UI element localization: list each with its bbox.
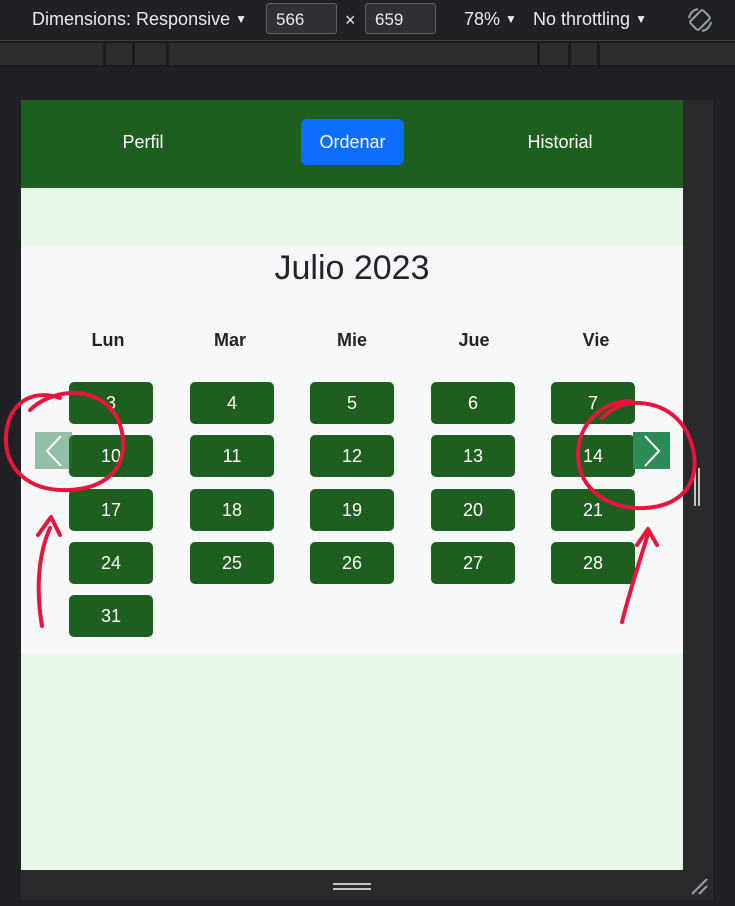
day-button[interactable]: 28: [551, 542, 635, 584]
dimensions-dropdown[interactable]: Dimensions: Responsive ▼: [32, 9, 247, 30]
device-viewport: Perfil Ordenar Historial Julio 2023 Lun …: [21, 100, 683, 870]
day-button[interactable]: 5: [310, 382, 394, 424]
caret-down-icon: ▼: [635, 12, 647, 26]
times-symbol: ×: [345, 10, 356, 30]
nav-historial[interactable]: Historial: [511, 119, 609, 165]
day-button[interactable]: 11: [190, 435, 274, 477]
chevron-right-icon: [643, 434, 660, 467]
weekday-label: Jue: [458, 330, 490, 350]
day-button[interactable]: 18: [190, 489, 274, 531]
weekday-label: Mie: [336, 330, 367, 350]
viewport-resize-handle-bottom[interactable]: [21, 870, 713, 900]
throttling-value: No throttling: [533, 9, 631, 29]
nav-perfil[interactable]: Perfil: [103, 119, 183, 165]
prev-week-button[interactable]: [35, 432, 72, 469]
day-button[interactable]: 7: [551, 382, 635, 424]
day-button[interactable]: 25: [190, 542, 274, 584]
height-input[interactable]: 659: [365, 3, 436, 34]
day-button[interactable]: 13: [431, 435, 515, 477]
day-button[interactable]: 31: [69, 595, 153, 637]
devtools-toolbar: Dimensions: Responsive ▼ 566 × 659 78% ▼ N…: [0, 0, 735, 40]
day-button[interactable]: 3: [69, 382, 153, 424]
next-week-button[interactable]: [633, 432, 670, 469]
caret-down-icon: ▼: [505, 12, 517, 26]
chevron-left-icon: [45, 434, 62, 467]
day-button[interactable]: 14: [551, 435, 635, 477]
day-button[interactable]: 10: [69, 435, 153, 477]
navbar: Perfil Ordenar Historial: [21, 100, 683, 188]
calendar: Julio 2023 Lun Mar Mie Jue Vie 3 4 5 6 7…: [21, 246, 683, 654]
media-query-ruler: [0, 40, 735, 67]
weekday-label: Lun: [91, 330, 125, 350]
throttling-dropdown[interactable]: No throttling ▼: [533, 9, 647, 30]
day-button[interactable]: 19: [310, 489, 394, 531]
day-button[interactable]: 4: [190, 382, 274, 424]
nav-ordenar[interactable]: Ordenar: [301, 119, 404, 165]
weekday-label: Mar: [213, 330, 246, 350]
calendar-title: Julio 2023: [274, 249, 430, 287]
resize-corner-icon[interactable]: [689, 876, 709, 896]
zoom-dropdown[interactable]: 78% ▼: [464, 9, 517, 30]
day-button[interactable]: 26: [310, 542, 394, 584]
day-button[interactable]: 21: [551, 489, 635, 531]
caret-down-icon: ▼: [235, 12, 247, 26]
rotate-icon[interactable]: [686, 6, 714, 39]
dimensions-label: Dimensions: Responsive: [32, 9, 231, 29]
width-input[interactable]: 566: [266, 3, 337, 34]
weekday-label: Vie: [582, 330, 610, 350]
day-button[interactable]: 12: [310, 435, 394, 477]
day-button[interactable]: 24: [69, 542, 153, 584]
day-button[interactable]: 20: [431, 489, 515, 531]
zoom-value: 78%: [464, 9, 501, 29]
viewport-resize-handle-right[interactable]: [683, 100, 713, 870]
day-button[interactable]: 27: [431, 542, 515, 584]
day-button[interactable]: 6: [431, 382, 515, 424]
day-button[interactable]: 17: [69, 489, 153, 531]
